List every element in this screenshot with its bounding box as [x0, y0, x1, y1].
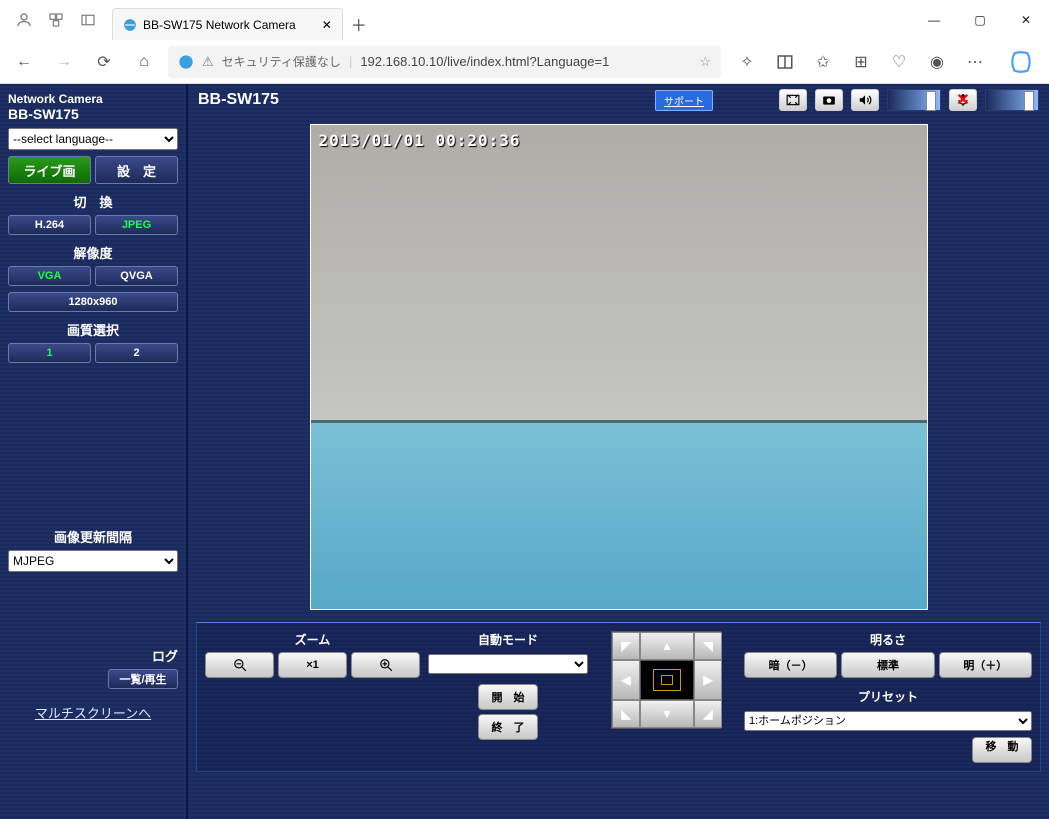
ptz-upleft[interactable]: ◤	[612, 632, 640, 660]
brightness-label: 明るさ	[744, 631, 1032, 648]
zoom-in-button[interactable]	[351, 652, 420, 678]
back-button[interactable]: ←	[8, 46, 40, 78]
camera-title: BB-SW175	[198, 91, 647, 109]
network-camera-label: Network Camera	[8, 90, 178, 106]
camera-model: BB-SW175	[8, 106, 178, 128]
extensions-icon[interactable]: ✧	[729, 46, 765, 78]
ie-icon	[123, 18, 137, 32]
zoom-label: ズーム	[205, 631, 420, 648]
star-icon[interactable]: ☆	[699, 54, 711, 70]
preset-select[interactable]: 1:ホームポジション	[744, 711, 1032, 731]
ie-favicon	[178, 54, 194, 70]
sidebar: Network Camera BB-SW175 --select languag…	[0, 84, 186, 819]
switch-label: 切 換	[8, 192, 178, 211]
browser-tab[interactable]: BB-SW175 Network Camera ✕	[112, 8, 343, 40]
ptz-left[interactable]: ◀	[612, 660, 640, 700]
ptz-center[interactable]	[640, 660, 694, 700]
url-text: 192.168.10.10/live/index.html?Language=1	[360, 54, 609, 69]
live-video[interactable]: 2013/01/01 00:20:36	[310, 124, 928, 610]
main-panel: BB-SW175 サポート ✕ 2013/01/01 00:20:36 ズーム …	[186, 84, 1049, 819]
browser-toolbar: ← → ⟳ ⌂ ⚠ セキュリティ保護なし | 192.168.10.10/liv…	[0, 40, 1049, 84]
close-tab-icon[interactable]: ✕	[322, 18, 332, 32]
language-select[interactable]: --select language--	[8, 128, 178, 150]
brightness-light-button[interactable]: 明（＋）	[939, 652, 1032, 678]
audio-icon[interactable]	[851, 89, 879, 111]
jpeg-button[interactable]: JPEG	[95, 215, 178, 235]
security-text: セキュリティ保護なし	[222, 53, 341, 70]
fullscreen-icon[interactable]	[779, 89, 807, 111]
quality-1-button[interactable]: 1	[8, 343, 91, 363]
collections-icon[interactable]: ⊞	[843, 46, 879, 78]
forward-button[interactable]: →	[48, 46, 80, 78]
preset-move-button[interactable]: 移 動	[972, 737, 1032, 763]
profile-icon[interactable]	[8, 4, 40, 36]
brightness-dark-button[interactable]: 暗（－）	[744, 652, 837, 678]
preset-label: プリセット	[744, 688, 1032, 705]
auto-start-button[interactable]: 開 始	[478, 684, 538, 710]
screenshot-icon[interactable]: ◉	[919, 46, 955, 78]
ptz-downright[interactable]: ◢	[694, 700, 722, 728]
auto-mode-label: 自動モード	[428, 631, 588, 648]
ptz-down[interactable]: ▼	[640, 700, 694, 728]
video-timestamp: 2013/01/01 00:20:36	[319, 131, 521, 150]
vga-button[interactable]: VGA	[8, 266, 91, 286]
favorites-icon[interactable]: ✩	[805, 46, 841, 78]
split-icon[interactable]	[767, 46, 803, 78]
resolution-label: 解像度	[8, 243, 178, 262]
refresh-label: 画像更新間隔	[8, 527, 178, 546]
audio-volume-slider[interactable]	[887, 89, 941, 111]
security-warning-icon: ⚠	[202, 54, 214, 70]
refresh-button[interactable]: ⟳	[88, 46, 120, 78]
mic-volume-slider[interactable]	[985, 89, 1039, 111]
log-label: ログ	[8, 646, 178, 665]
tab-title: BB-SW175 Network Camera	[143, 18, 296, 32]
res-1280x960-button[interactable]: 1280x960	[8, 292, 178, 312]
zoom-reset-button[interactable]: ×1	[278, 652, 347, 678]
setup-button[interactable]: 設 定	[95, 156, 178, 184]
close-window-button[interactable]: ✕	[1003, 5, 1049, 35]
quality-2-button[interactable]: 2	[95, 343, 178, 363]
address-bar[interactable]: ⚠ セキュリティ保護なし | 192.168.10.10/live/index.…	[168, 46, 721, 78]
minimize-button[interactable]: ―	[911, 5, 957, 35]
home-button[interactable]: ⌂	[128, 46, 160, 78]
ptz-upright[interactable]: ◥	[694, 632, 722, 660]
control-panel: ズーム ×1 自動モード 開 始 終 了 ◤ ▲ ◥ ◀	[196, 622, 1041, 772]
brightness-normal-button[interactable]: 標準	[841, 652, 934, 678]
performance-icon[interactable]: ♡	[881, 46, 917, 78]
support-link[interactable]: サポート	[655, 90, 713, 111]
ptz-downleft[interactable]: ◣	[612, 700, 640, 728]
copilot-button[interactable]	[1001, 42, 1041, 82]
mic-icon[interactable]: ✕	[949, 89, 977, 111]
h264-button[interactable]: H.264	[8, 215, 91, 235]
live-button[interactable]: ライブ画	[8, 156, 91, 184]
zoom-out-button[interactable]	[205, 652, 274, 678]
auto-mode-select[interactable]	[428, 654, 588, 674]
snapshot-icon[interactable]	[815, 89, 843, 111]
multiscreen-link[interactable]: マルチスクリーンへ	[8, 703, 178, 722]
ptz-right[interactable]: ▶	[694, 660, 722, 700]
browser-titlebar: BB-SW175 Network Camera ✕ ＋ ― ▢ ✕	[0, 0, 1049, 40]
qvga-button[interactable]: QVGA	[95, 266, 178, 286]
log-list-button[interactable]: 一覧/再生	[108, 669, 178, 689]
ptz-up[interactable]: ▲	[640, 632, 694, 660]
tab-actions-icon[interactable]	[72, 4, 104, 36]
auto-stop-button[interactable]: 終 了	[478, 714, 538, 740]
quality-label: 画質選択	[8, 320, 178, 339]
maximize-button[interactable]: ▢	[957, 5, 1003, 35]
ptz-dpad: ◤ ▲ ◥ ◀ ▶ ◣ ▼ ◢	[611, 631, 721, 729]
refresh-select[interactable]: MJPEG	[8, 550, 178, 572]
more-icon[interactable]: ⋯	[957, 46, 993, 78]
workspaces-icon[interactable]	[40, 4, 72, 36]
new-tab-button[interactable]: ＋	[343, 8, 375, 40]
